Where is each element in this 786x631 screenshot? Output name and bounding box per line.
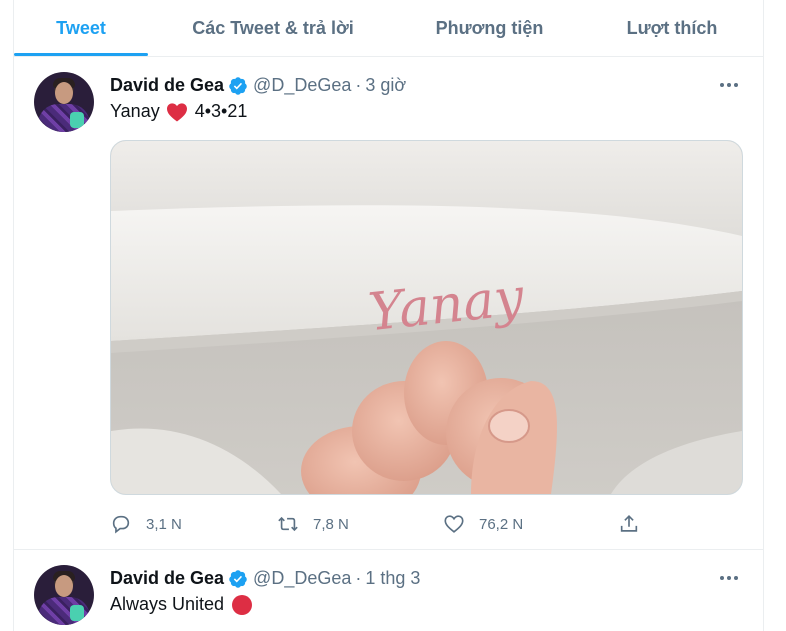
author-name[interactable]: David de Gea [110, 568, 224, 589]
tab-label: Phương tiện [435, 17, 544, 38]
tab-label: Tweet [56, 17, 106, 38]
more-options-icon[interactable] [719, 75, 739, 95]
reply-count: 3,1 N [146, 515, 182, 533]
tab-tweets-and-replies[interactable]: Các Tweet & trả lời [148, 0, 398, 56]
retweet-count: 7,8 N [313, 515, 349, 533]
verified-badge-icon [229, 569, 247, 588]
reply-icon [112, 515, 130, 534]
tab-label: Lượt thích [626, 17, 718, 38]
like-count: 76,2 N [479, 515, 524, 533]
red-heart-emoji [166, 102, 187, 122]
profile-tabs: Tweet Các Tweet & trả lời Phương tiện Lư… [14, 0, 763, 57]
like-button[interactable]: 76,2 N [443, 510, 523, 538]
share-button[interactable] [618, 510, 654, 538]
author-handle[interactable]: @D_DeGea [253, 568, 351, 589]
tweet[interactable]: David de Gea @D_DeGea · 3 giờ Yanay 4•3•… [14, 57, 763, 550]
tweet-text: Always United [110, 594, 253, 615]
reply-button[interactable]: 3,1 N [110, 510, 182, 538]
avatar[interactable] [34, 72, 94, 132]
tab-likes[interactable]: Lượt thích [581, 0, 763, 56]
author-handle[interactable]: @D_DeGea [253, 75, 351, 96]
verified-badge-icon [229, 76, 247, 95]
tweet-text-date: 4•3•21 [194, 101, 248, 121]
separator: · [355, 75, 362, 95]
author-name[interactable]: David de Gea [110, 75, 224, 96]
tweet-timestamp[interactable]: 1 thg 3 [365, 568, 420, 589]
tweet-text-main: Always United [110, 594, 225, 614]
tweet[interactable]: David de Gea @D_DeGea · 1 thg 3 Always U… [14, 550, 763, 631]
separator: · [355, 568, 362, 588]
tab-tweets[interactable]: Tweet [14, 0, 148, 56]
share-icon [620, 515, 638, 532]
tweet-text-main: Yanay [110, 101, 160, 121]
baby-hand-photo: Yanay [111, 141, 742, 494]
retweet-icon [278, 516, 298, 532]
tweet-header: David de Gea @D_DeGea · 3 giờ [110, 75, 406, 96]
active-tab-indicator [14, 53, 148, 56]
profile-timeline: Tweet Các Tweet & trả lời Phương tiện Lư… [13, 0, 764, 631]
tweet-photo[interactable]: Yanay [110, 140, 743, 495]
more-options-icon[interactable] [719, 568, 739, 588]
tab-media[interactable]: Phương tiện [398, 0, 581, 56]
tweet-actions: 3,1 N 7,8 N 76,2 N [110, 510, 650, 538]
tab-label: Các Tweet & trả lời [192, 17, 354, 38]
red-circle-emoji [232, 594, 253, 615]
retweet-button[interactable]: 7,8 N [277, 510, 349, 538]
avatar[interactable] [34, 565, 94, 625]
tweet-timestamp[interactable]: 3 giờ [365, 75, 406, 96]
tweet-header: David de Gea @D_DeGea · 1 thg 3 [110, 568, 420, 589]
tweet-text: Yanay 4•3•21 [110, 101, 247, 122]
like-icon [444, 515, 464, 533]
